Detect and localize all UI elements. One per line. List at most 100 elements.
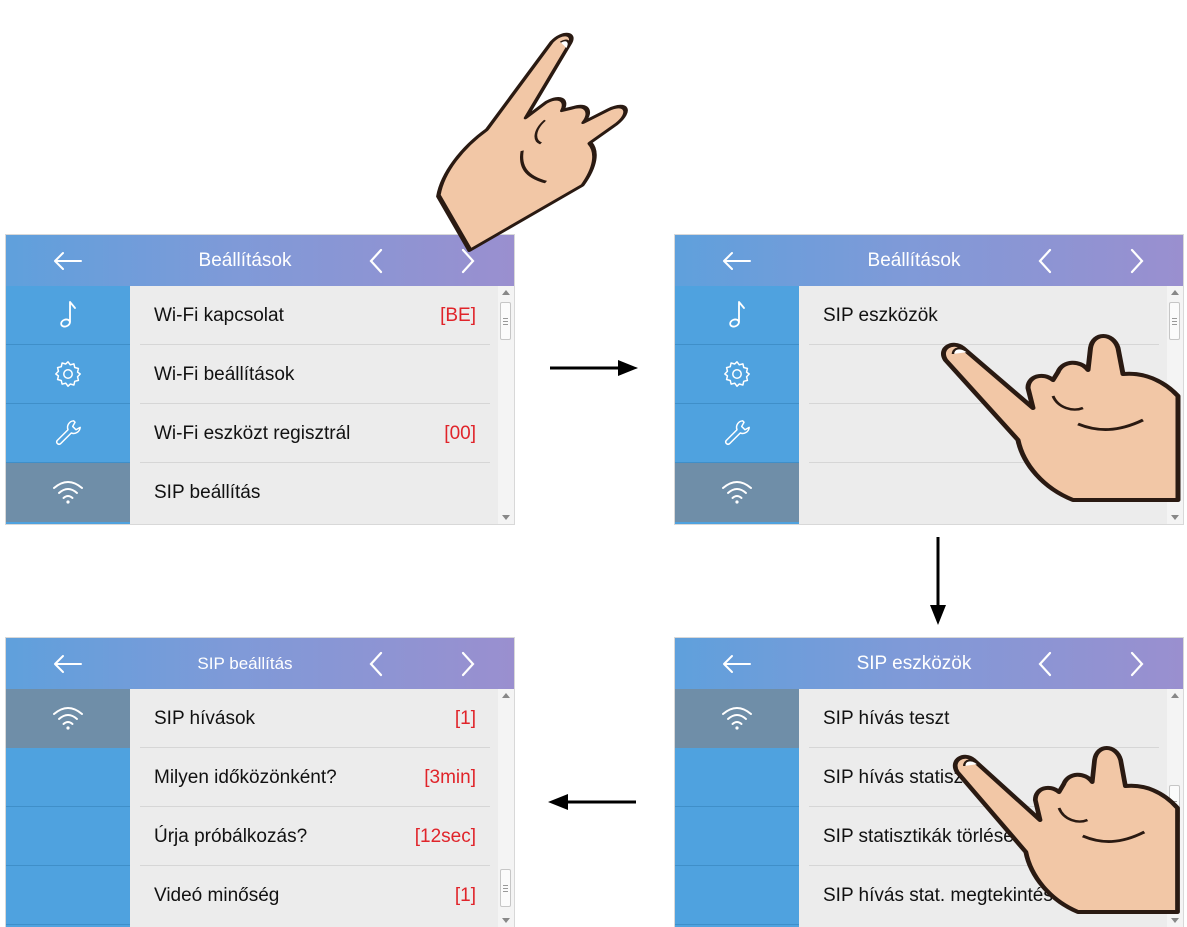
sidebar bbox=[675, 286, 799, 524]
scroll-down-arrow[interactable] bbox=[502, 515, 510, 520]
item-label: SIP hívások bbox=[154, 708, 256, 729]
item-label: SIP hívás teszt bbox=[823, 708, 950, 729]
arrow-left-icon bbox=[53, 251, 83, 271]
pointing-hand-icon bbox=[938, 308, 1187, 508]
sidebar-item-wifi[interactable] bbox=[6, 463, 130, 522]
back-button[interactable] bbox=[675, 638, 799, 689]
header-bar: Beállítások bbox=[6, 235, 514, 286]
sip-settings-screen: SIP beállítás SIP hívások [1] Milyen idők… bbox=[6, 638, 514, 927]
settings-screen-wifi: Beállítások Wi-Fi kapcsolat [BE] Wi-Fi be… bbox=[6, 235, 514, 524]
item-label: Wi-Fi beállítások bbox=[154, 364, 295, 385]
flow-arrow-left-icon bbox=[548, 794, 636, 810]
back-button[interactable] bbox=[6, 638, 130, 689]
scroll-up-arrow[interactable] bbox=[1171, 693, 1179, 698]
list-item-sip-calls[interactable]: SIP hívások [1] bbox=[130, 689, 490, 748]
header-bar: SIP eszközök bbox=[675, 638, 1183, 689]
scroll-up-arrow[interactable] bbox=[502, 693, 510, 698]
music-note-icon bbox=[56, 299, 80, 331]
item-value: [00] bbox=[444, 423, 476, 444]
sidebar-item-sound[interactable] bbox=[6, 286, 130, 345]
arrow-left-icon bbox=[722, 251, 752, 271]
sidebar-item-empty bbox=[6, 807, 130, 866]
chevron-left-icon bbox=[368, 248, 384, 274]
sidebar-item-empty bbox=[675, 807, 799, 866]
next-page-button[interactable] bbox=[1117, 638, 1157, 689]
list-item-retry[interactable]: Úrja próbálkozás? [12sec] bbox=[130, 807, 490, 866]
item-label: Wi-Fi eszközt regisztrál bbox=[154, 423, 351, 444]
list-item-wifi-register[interactable]: Wi-Fi eszközt regisztrál [00] bbox=[130, 404, 490, 463]
settings-list: SIP hívások [1] Milyen időközönként? [3min… bbox=[130, 689, 498, 927]
sidebar-item-empty bbox=[6, 748, 130, 807]
back-button[interactable] bbox=[6, 235, 130, 286]
chevron-left-icon bbox=[1037, 651, 1053, 677]
arrow-left-icon bbox=[53, 654, 83, 674]
sidebar bbox=[675, 689, 799, 927]
item-value: [12sec] bbox=[414, 826, 476, 847]
sidebar-item-wifi[interactable] bbox=[675, 689, 799, 748]
scroll-down-arrow[interactable] bbox=[502, 918, 510, 923]
item-value: [1] bbox=[454, 708, 476, 729]
scroll-up-arrow[interactable] bbox=[1171, 290, 1179, 295]
item-label: SIP beállítás bbox=[154, 482, 261, 503]
chevron-right-icon bbox=[460, 651, 476, 677]
list-item-sip-settings[interactable]: SIP beállítás bbox=[130, 463, 490, 522]
back-button[interactable] bbox=[675, 235, 799, 286]
wifi-icon bbox=[720, 705, 754, 731]
sidebar-item-wifi[interactable] bbox=[6, 689, 130, 748]
prev-page-button[interactable] bbox=[1025, 638, 1065, 689]
item-label: Milyen időközönként? bbox=[154, 767, 337, 788]
chevron-right-icon bbox=[1129, 248, 1145, 274]
sidebar bbox=[6, 689, 130, 927]
music-note-icon bbox=[725, 299, 749, 331]
wrench-icon bbox=[722, 418, 752, 448]
wifi-icon bbox=[51, 705, 85, 731]
list-item-interval[interactable]: Milyen időközönként? [3min] bbox=[130, 748, 490, 807]
item-label: Videó minőség bbox=[154, 885, 280, 906]
item-label: Wi-Fi kapcsolat bbox=[154, 305, 284, 326]
screen-title: Beállítások bbox=[198, 250, 292, 271]
flow-arrow-right-icon bbox=[550, 360, 638, 376]
screen-title: Beállítások bbox=[867, 250, 961, 271]
sidebar-item-empty bbox=[6, 866, 130, 925]
sidebar-item-wifi[interactable] bbox=[675, 463, 799, 522]
scrollbar[interactable] bbox=[498, 286, 514, 524]
sidebar-item-empty bbox=[675, 748, 799, 807]
chevron-left-icon bbox=[368, 651, 384, 677]
sidebar-item-tools[interactable] bbox=[6, 404, 130, 463]
sidebar-item-sound[interactable] bbox=[675, 286, 799, 345]
prev-page-button[interactable] bbox=[356, 638, 396, 689]
pointing-hand-icon bbox=[389, 6, 681, 261]
settings-list: Wi-Fi kapcsolat [BE] Wi-Fi beállítások Wi… bbox=[130, 286, 498, 524]
header-bar: SIP beállítás bbox=[6, 638, 514, 689]
scroll-thumb[interactable] bbox=[500, 869, 511, 907]
pointing-hand-icon bbox=[950, 720, 1187, 920]
item-value: [BE] bbox=[440, 305, 476, 326]
header-bar: Beállítások bbox=[675, 235, 1183, 286]
sidebar-item-tools[interactable] bbox=[675, 404, 799, 463]
sidebar-item-settings[interactable] bbox=[6, 345, 130, 404]
wrench-icon bbox=[53, 418, 83, 448]
prev-page-button[interactable] bbox=[356, 235, 396, 286]
wifi-icon bbox=[51, 479, 85, 505]
next-page-button[interactable] bbox=[1117, 235, 1157, 286]
scrollbar[interactable] bbox=[498, 689, 514, 927]
scroll-down-arrow[interactable] bbox=[1171, 515, 1179, 520]
scroll-up-arrow[interactable] bbox=[502, 290, 510, 295]
next-page-button[interactable] bbox=[448, 638, 488, 689]
scroll-thumb[interactable] bbox=[500, 302, 511, 340]
list-item-wifi-connection[interactable]: Wi-Fi kapcsolat [BE] bbox=[130, 286, 490, 345]
arrow-left-icon bbox=[722, 654, 752, 674]
sidebar-item-empty bbox=[675, 866, 799, 925]
prev-page-button[interactable] bbox=[1025, 235, 1065, 286]
chevron-right-icon bbox=[1129, 651, 1145, 677]
sidebar bbox=[6, 286, 130, 524]
gear-icon bbox=[722, 359, 752, 389]
screen-title: SIP eszközök bbox=[856, 653, 972, 674]
screen-title: SIP beállítás bbox=[197, 654, 293, 673]
list-item-video-quality[interactable]: Videó minőség [1] bbox=[130, 866, 490, 925]
flow-arrow-down-icon bbox=[930, 537, 946, 625]
item-value: [1] bbox=[454, 885, 476, 906]
sidebar-item-settings[interactable] bbox=[675, 345, 799, 404]
item-value: [3min] bbox=[424, 767, 476, 788]
list-item-wifi-settings[interactable]: Wi-Fi beállítások bbox=[130, 345, 490, 404]
